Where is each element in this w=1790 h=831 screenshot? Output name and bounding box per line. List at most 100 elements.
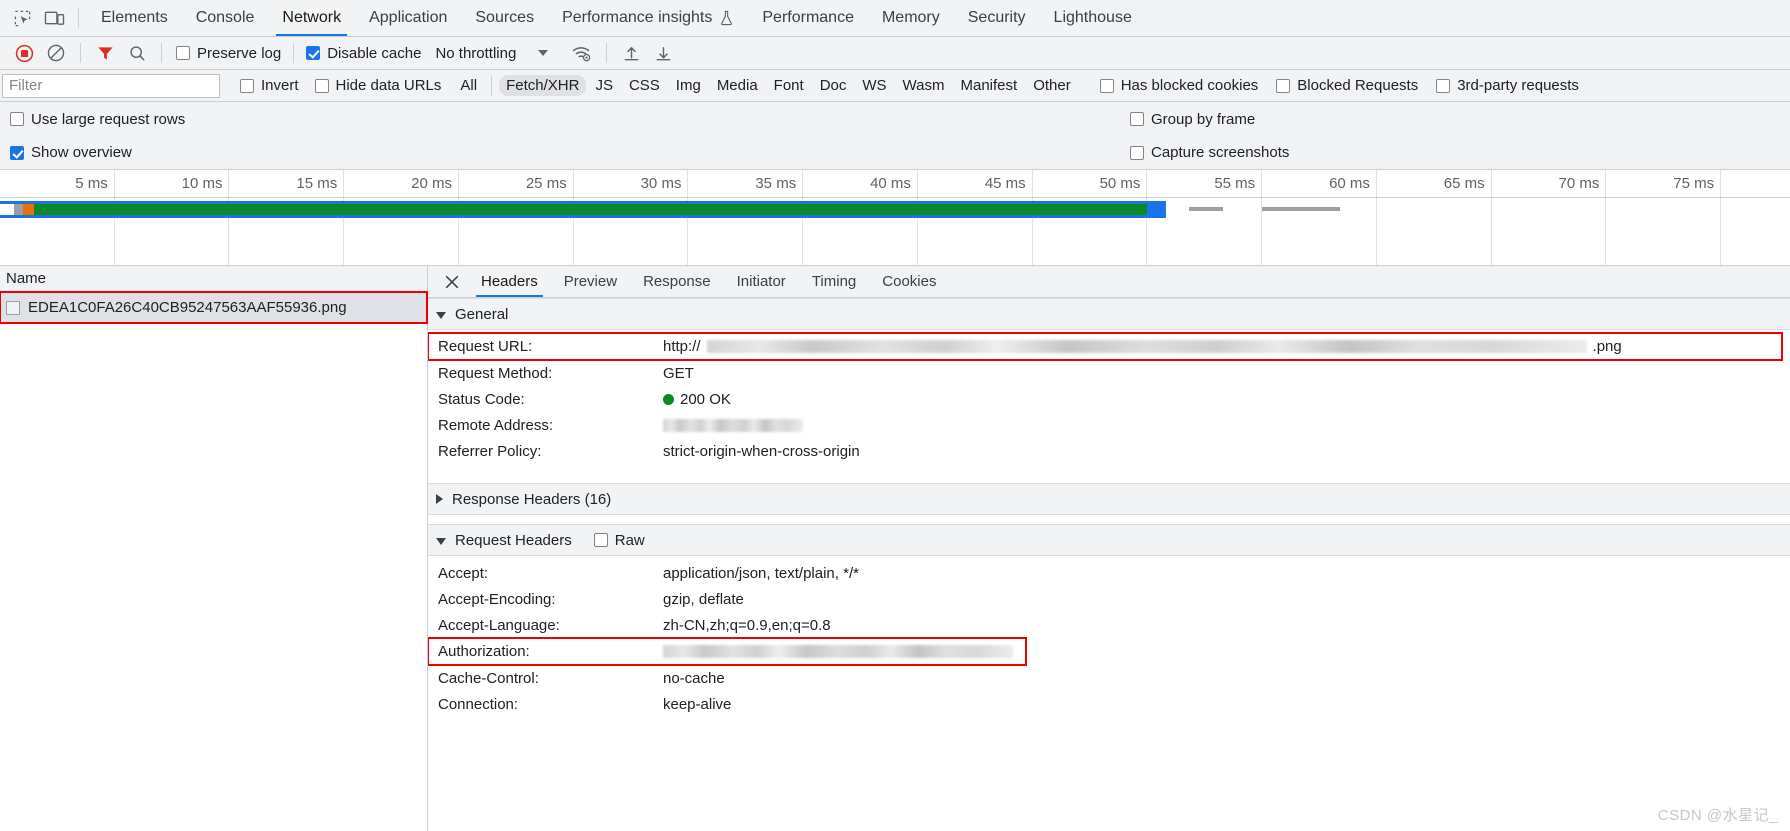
blocked-requests-checkbox-box[interactable]: [1276, 78, 1291, 93]
group-by-frame-checkbox-box[interactable]: [1130, 112, 1144, 126]
tab-label: Security: [967, 9, 1026, 26]
search-icon[interactable]: [121, 38, 153, 68]
network-overview-timeline[interactable]: 5 ms 10 ms 15 ms 20 ms 25 ms 30 ms 35 ms 40 ms 4…: [0, 170, 1790, 266]
detail-tab-initiator[interactable]: Initiator: [724, 266, 799, 297]
tab-performance-insights[interactable]: Performance insights: [548, 0, 748, 36]
raw-checkbox-box[interactable]: [593, 533, 608, 547]
tab-label: Network: [282, 9, 342, 26]
has-blocked-cookies-checkbox-box[interactable]: [1099, 78, 1114, 93]
throttling-value: No throttling: [435, 44, 517, 62]
detail-tab-preview[interactable]: Preview: [551, 266, 630, 297]
record-stop-icon[interactable]: [8, 38, 40, 68]
header-value: [663, 645, 1013, 658]
filter-type-wasm[interactable]: Wasm: [896, 75, 952, 96]
clear-network-log-icon[interactable]: [40, 38, 72, 68]
use-large-request-rows-label: Use large request rows: [31, 110, 186, 128]
hide-data-urls-checkbox[interactable]: Hide data URLs: [314, 77, 441, 94]
section-general-title: General: [455, 305, 509, 323]
use-large-request-rows-checkbox-box[interactable]: [10, 112, 24, 126]
header-value-suffix: .png: [1592, 338, 1622, 355]
inspect-element-icon[interactable]: [6, 3, 38, 33]
header-value: no-cache: [663, 670, 725, 687]
hide-data-urls-checkbox-box[interactable]: [314, 78, 329, 93]
header-key: Remote Address:: [438, 416, 554, 434]
filter-type-media[interactable]: Media: [710, 75, 765, 96]
filter-type-css[interactable]: CSS: [622, 75, 667, 96]
capture-screenshots-checkbox[interactable]: Capture screenshots: [1130, 144, 1289, 161]
header-value-text: GET: [663, 364, 694, 382]
detail-tab-response[interactable]: Response: [630, 266, 724, 297]
header-value-text: 200 OK: [680, 390, 731, 408]
header-key: Accept-Language:: [438, 616, 560, 634]
use-large-request-rows-checkbox[interactable]: Use large request rows: [10, 111, 185, 128]
preserve-log-checkbox[interactable]: Preserve log: [176, 45, 281, 62]
show-overview-label: Show overview: [31, 144, 132, 161]
filter-type-other[interactable]: Other: [1026, 75, 1078, 96]
filter-type-font[interactable]: Font: [767, 75, 811, 96]
third-party-requests-checkbox-box[interactable]: [1436, 78, 1451, 93]
third-party-requests-checkbox[interactable]: 3rd-party requests: [1436, 77, 1579, 94]
detail-tab-headers[interactable]: Headers: [468, 266, 551, 297]
show-overview-checkbox-box[interactable]: [10, 145, 24, 160]
disable-cache-checkbox[interactable]: Disable cache: [306, 45, 421, 62]
redacted-value: [663, 418, 803, 432]
has-blocked-cookies-checkbox[interactable]: Has blocked cookies: [1099, 77, 1258, 94]
invert-checkbox-box[interactable]: [240, 78, 254, 93]
tab-sources[interactable]: Sources: [461, 0, 548, 36]
tab-label: Memory: [881, 9, 940, 26]
tab-memory[interactable]: Memory: [868, 0, 954, 36]
blocked-requests-checkbox[interactable]: Blocked Requests: [1276, 77, 1418, 94]
third-party-requests-label: 3rd-party requests: [1457, 77, 1579, 94]
group-by-frame-checkbox[interactable]: Group by frame: [1130, 111, 1255, 128]
detail-tab-timing[interactable]: Timing: [799, 266, 869, 297]
chevron-down-icon[interactable]: [538, 50, 549, 56]
tab-network[interactable]: Network: [268, 0, 355, 36]
section-response-headers-header[interactable]: Response Headers (16): [428, 483, 1790, 515]
filter-type-js[interactable]: JS: [588, 75, 620, 96]
preserve-log-checkbox-box[interactable]: [176, 46, 190, 60]
filter-type-manifest[interactable]: Manifest: [954, 75, 1025, 96]
section-request-headers-header[interactable]: Request Headers Raw: [428, 524, 1790, 556]
filter-type-all[interactable]: All: [453, 75, 484, 96]
filter-type-doc[interactable]: Doc: [813, 75, 854, 96]
throttling-select[interactable]: No throttling: [435, 44, 549, 62]
filter-type-img[interactable]: Img: [669, 75, 708, 96]
network-filter-bar: Invert Hide data URLs All Fetch/XHRJSCSSI…: [0, 70, 1790, 102]
tab-performance[interactable]: Performance: [748, 0, 868, 36]
export-har-icon[interactable]: [647, 38, 679, 68]
filter-type-ws[interactable]: WS: [855, 75, 893, 96]
header-value-text: keep-alive: [663, 695, 732, 713]
invert-label: Invert: [261, 77, 299, 94]
tab-console[interactable]: Console: [182, 0, 269, 36]
request-name: EDEA1C0FA26C40CB95247563AAF55936.png: [28, 299, 347, 316]
header-key: Authorization:: [438, 643, 530, 660]
general-rows: Request URL: http:// .png Request Method: GE…: [428, 330, 1790, 464]
import-har-icon[interactable]: [615, 38, 647, 68]
chevron-down-icon[interactable]: [436, 311, 446, 319]
request-row[interactable]: EDEA1C0FA26C40CB95247563AAF55936.png: [0, 291, 428, 324]
tab-label: Application: [369, 9, 448, 26]
close-icon[interactable]: [436, 267, 468, 297]
tab-application[interactable]: Application: [355, 0, 461, 36]
section-general-header[interactable]: General: [428, 298, 1790, 330]
show-overview-checkbox[interactable]: Show overview: [10, 144, 132, 161]
raw-toggle[interactable]: Raw: [593, 532, 645, 549]
detail-tab-cookies[interactable]: Cookies: [869, 266, 949, 297]
invert-checkbox[interactable]: Invert: [240, 77, 299, 94]
tab-elements[interactable]: Elements: [87, 0, 182, 36]
chevron-right-icon[interactable]: [436, 494, 443, 504]
headers-content: General Request URL: http:// .png Request M…: [428, 298, 1790, 831]
capture-screenshots-checkbox-box[interactable]: [1130, 145, 1144, 160]
chevron-down-icon[interactable]: [436, 537, 446, 545]
tab-lighthouse[interactable]: Lighthouse: [1040, 0, 1146, 36]
request-band-green: [27, 204, 1148, 215]
disable-cache-checkbox-box[interactable]: [306, 46, 321, 60]
device-toolbar-icon[interactable]: [38, 3, 70, 33]
tab-security[interactable]: Security: [954, 0, 1040, 36]
filter-funnel-icon[interactable]: [89, 38, 121, 68]
header-value-text: zh-CN,zh;q=0.9,en;q=0.8: [663, 616, 831, 634]
filter-input[interactable]: [2, 73, 220, 98]
network-conditions-icon[interactable]: [566, 38, 598, 68]
filter-type-fetch-xhr[interactable]: Fetch/XHR: [499, 75, 587, 96]
toolbar-divider: [80, 43, 81, 63]
